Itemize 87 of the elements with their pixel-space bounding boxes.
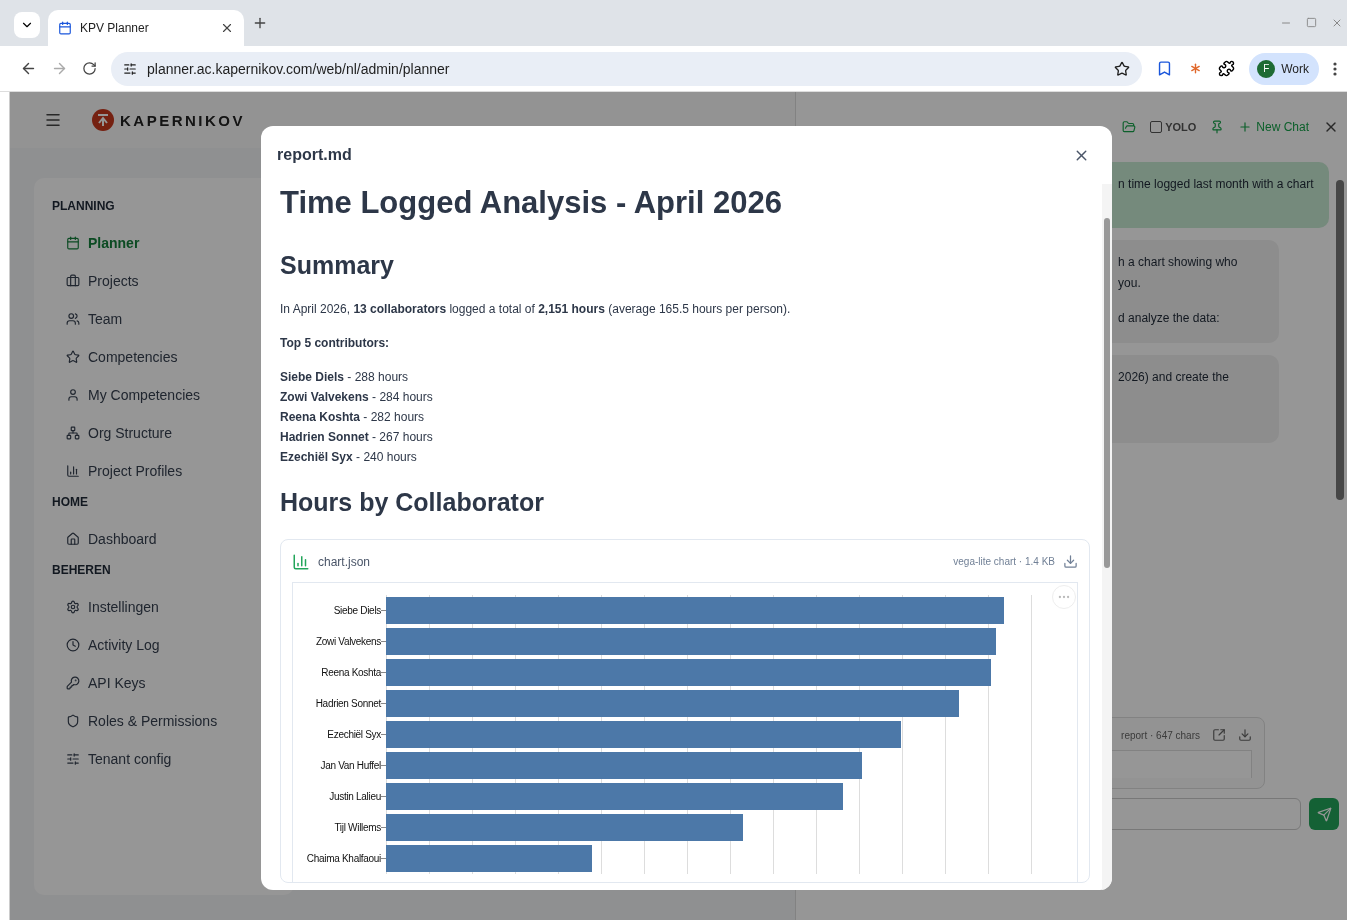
sidebar-item[interactable]: Instellingen (52, 588, 294, 626)
plus-icon (252, 15, 268, 31)
contributor-item: Zowi Valvekens - 284 hours (280, 389, 434, 404)
profile-button[interactable]: F Work (1249, 52, 1319, 85)
bar-label: Ezechiël Syx (326, 728, 381, 740)
people-icon (66, 312, 80, 326)
file-name: chart.json (318, 554, 372, 569)
message-text: 2026) and create the (1118, 369, 1230, 386)
bar-label: Reena Koshta (320, 666, 381, 678)
download-icon[interactable] (1238, 728, 1252, 742)
browser-tab[interactable]: KPV Planner (48, 10, 244, 46)
bar-label: Hadrien Sonnet (314, 697, 381, 709)
message-text: h a chart showing who (1118, 254, 1239, 271)
reload-button[interactable] (82, 61, 97, 76)
bar-label: Chaima Khalfaoui (305, 852, 381, 864)
summary-text: In April 2026, 13 collaborators logged a total of 2,151 hours (average 165.5 hours per person). (280, 301, 792, 316)
briefcase-icon (66, 274, 80, 288)
star-icon (66, 350, 80, 364)
contributor-item: Reena Koshta - 282 hours (280, 409, 426, 424)
sidebar-item[interactable]: Dashboard (52, 520, 294, 558)
shield-icon (66, 714, 80, 728)
contributor-item: Ezechiël Syx - 240 hours (280, 449, 418, 464)
attachment-label: report · 647 chars (1121, 729, 1200, 741)
section-title: BEHEREN (52, 562, 112, 579)
new-tab-button[interactable] (252, 15, 268, 31)
send-icon (1316, 806, 1332, 822)
close-icon[interactable] (1331, 17, 1343, 29)
section-heading: Hours by Collaborator (280, 487, 545, 517)
back-button[interactable] (20, 60, 37, 77)
calendar-icon (58, 21, 72, 35)
contributor-item: Hadrien Sonnet - 267 hours (280, 429, 434, 444)
report-title: Time Logged Analysis - April 2026 (280, 184, 783, 222)
extensions-icon[interactable] (1218, 60, 1236, 77)
plus-icon (1238, 120, 1253, 134)
sidebar-item[interactable]: API Keys (52, 664, 294, 702)
hierarchy-icon (66, 426, 80, 440)
new-chat-button[interactable]: New Chat (1238, 120, 1309, 134)
logo-text: KAPERNIKOV (120, 111, 245, 129)
section-heading: Summary (280, 250, 395, 280)
sidebar-item[interactable]: Tenant config (52, 740, 294, 778)
send-button[interactable] (1309, 798, 1339, 830)
sliders-icon (66, 752, 80, 766)
address-bar[interactable]: planner.ac.kapernikov.com/web/nl/admin/planner (111, 51, 1143, 86)
kebab-icon (1333, 61, 1337, 76)
bookmark-star-icon[interactable] (1114, 60, 1131, 77)
close-tab-button[interactable] (220, 21, 234, 35)
sidebar-item[interactable]: Activity Log (52, 626, 294, 664)
forward-arrow-icon (51, 60, 68, 77)
menu-icon (44, 111, 62, 129)
house-icon (66, 532, 80, 546)
logo-icon (92, 109, 114, 131)
download-icon (1063, 554, 1078, 570)
message-text: d analyze the data: (1118, 310, 1221, 327)
yolo-checkbox[interactable]: YOLO (1150, 121, 1197, 133)
pin-icon[interactable] (1210, 120, 1225, 134)
browser-menu-button[interactable] (1333, 61, 1337, 76)
bar-label: Jan Van Huffel (319, 759, 381, 771)
sidebar-item[interactable]: Roles & Permissions (52, 702, 294, 740)
menu-button[interactable] (44, 111, 62, 129)
download-button[interactable] (1063, 554, 1078, 570)
dialog-title: report.md (277, 146, 352, 164)
reload-icon (82, 61, 97, 76)
settings-icon (66, 600, 80, 614)
list-heading: Top 5 contributors: (280, 335, 391, 350)
bar-label: Justin Lalieu (328, 790, 381, 802)
message-text: you. (1118, 275, 1142, 292)
checkbox[interactable] (1150, 121, 1163, 133)
folder-icon[interactable] (1122, 120, 1137, 134)
message-text: n time logged last month with a chart (1118, 176, 1315, 193)
chart-icon (292, 552, 310, 571)
bar-chart-icon (66, 464, 80, 478)
forward-button[interactable] (51, 60, 68, 77)
bar-label: Siebe Diels (332, 604, 381, 616)
bar-label: Tijl Willems (333, 821, 381, 833)
back-arrow-icon (20, 60, 37, 77)
calendar-icon (66, 236, 80, 250)
clock-icon (66, 638, 80, 652)
key-icon (66, 676, 80, 690)
file-meta: vega-lite chart · 1.4 KB (953, 556, 1055, 568)
expand-icon[interactable] (1212, 728, 1226, 742)
close-icon (220, 21, 234, 35)
tab-list-button[interactable] (14, 12, 40, 38)
bar-label: Zowi Valvekens (314, 635, 381, 647)
site-info-icon[interactable] (123, 61, 137, 76)
contributor-item: Siebe Diels - 288 hours (280, 369, 410, 384)
person-icon (66, 388, 80, 402)
maximize-icon[interactable] (1306, 17, 1317, 28)
